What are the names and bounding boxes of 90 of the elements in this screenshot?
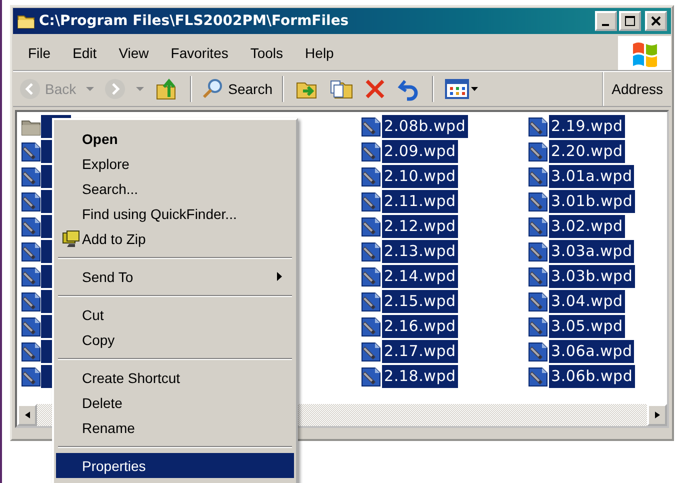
folder-icon (17, 13, 35, 29)
menu-item[interactable]: Help (294, 45, 345, 61)
file-name[interactable]: 2.13.wpd (382, 240, 458, 263)
document-pen-icon[interactable] (528, 116, 548, 138)
document-pen-icon[interactable] (21, 140, 41, 162)
document-pen-icon[interactable] (361, 290, 381, 312)
file-name[interactable]: 2.16.wpd (382, 315, 458, 338)
file-name[interactable]: 3.06b.wpd (549, 365, 635, 388)
document-pen-icon[interactable] (21, 290, 41, 312)
context-menu-item[interactable]: Open (56, 126, 294, 151)
document-pen-icon[interactable] (361, 240, 381, 262)
close-button[interactable] (645, 11, 667, 31)
document-pen-icon[interactable] (21, 366, 41, 388)
submenu-arrow-icon (277, 272, 282, 281)
file-name[interactable]: 2.15.wpd (382, 290, 458, 313)
scroll-left-button[interactable] (17, 404, 37, 426)
document-pen-icon[interactable] (21, 340, 41, 362)
document-pen-icon[interactable] (21, 216, 41, 238)
document-pen-icon[interactable] (361, 216, 381, 238)
file-name[interactable]: 2.10.wpd (382, 165, 458, 188)
file-name[interactable]: 2.17.wpd (382, 340, 458, 363)
menu-item[interactable]: File (17, 45, 62, 61)
document-pen-icon[interactable] (528, 290, 548, 312)
file-name[interactable]: 3.04.wpd (549, 290, 625, 313)
minimize-icon (602, 24, 608, 26)
search-icon (202, 78, 224, 100)
file-name[interactable]: 2.09.wpd (382, 140, 458, 163)
context-menu-item[interactable]: Add to Zip (56, 226, 294, 251)
file-name[interactable]: 3.01b.wpd (549, 190, 635, 213)
document-pen-icon[interactable] (361, 166, 381, 188)
menu-item[interactable]: Favorites (160, 45, 240, 61)
context-menu-item[interactable]: Properties (56, 453, 294, 478)
file-name[interactable]: 2.14.wpd (382, 265, 458, 288)
context-menu-item[interactable]: Delete (56, 390, 294, 415)
context-menu-item[interactable]: Find using QuickFinder... (56, 201, 294, 226)
context-menu-item[interactable]: Create Shortcut (56, 365, 294, 390)
close-icon (650, 15, 662, 27)
document-pen-icon[interactable] (528, 316, 548, 338)
document-pen-icon[interactable] (361, 266, 381, 288)
document-pen-icon[interactable] (528, 340, 548, 362)
maximize-icon (624, 15, 636, 27)
document-pen-icon[interactable] (21, 166, 41, 188)
scroll-right-button[interactable] (647, 404, 667, 426)
document-pen-icon[interactable] (528, 166, 548, 188)
document-pen-icon[interactable] (361, 340, 381, 362)
document-pen-icon[interactable] (528, 216, 548, 238)
file-name[interactable]: 3.03a.wpd (549, 240, 634, 263)
document-pen-icon[interactable] (528, 266, 548, 288)
context-menu-item[interactable]: Copy (56, 327, 294, 352)
search-button[interactable]: Search (200, 78, 274, 100)
document-pen-icon[interactable] (361, 190, 381, 212)
file-name[interactable]: 2.18.wpd (382, 365, 458, 388)
context-menu-item[interactable]: Rename (56, 415, 294, 440)
file-name[interactable]: 3.06a.wpd (549, 340, 634, 363)
document-pen-icon[interactable] (528, 366, 548, 388)
views-grid-icon[interactable] (445, 77, 480, 101)
file-name[interactable]: 2.12.wpd (382, 215, 458, 238)
file-name[interactable]: 3.05.wpd (549, 315, 625, 338)
minimize-button[interactable] (595, 11, 617, 31)
context-menu-item[interactable]: Search... (56, 176, 294, 201)
file-name[interactable]: 3.02.wpd (549, 215, 625, 238)
document-pen-icon[interactable] (21, 266, 41, 288)
file-name[interactable]: 2.19.wpd (549, 115, 625, 138)
file-name[interactable]: 2.20.wpd (549, 140, 625, 163)
document-pen-icon[interactable] (21, 190, 41, 212)
document-pen-icon[interactable] (361, 140, 381, 162)
document-pen-icon[interactable] (361, 366, 381, 388)
document-pen-icon[interactable] (528, 140, 548, 162)
file-name[interactable]: 3.01a.wpd (549, 165, 634, 188)
document-pen-icon[interactable] (361, 116, 381, 138)
document-pen-icon[interactable] (21, 240, 41, 262)
context-menu-item[interactable]: Explore (56, 151, 294, 176)
document-pen-icon[interactable] (361, 316, 381, 338)
file-name[interactable]: 2.11.wpd (382, 190, 458, 213)
menu-item[interactable]: View (108, 45, 160, 61)
left-arrow-icon (24, 411, 30, 419)
window-title: C:\Program Files\FLS2002PM\FormFiles (39, 13, 350, 29)
file-name[interactable]: 2.08b.wpd (382, 115, 468, 138)
maximize-button[interactable] (619, 11, 641, 31)
zip-archive-icon (62, 230, 80, 248)
context-menu-item[interactable]: Cut (56, 302, 294, 327)
menu-item[interactable]: Tools (239, 45, 294, 61)
document-pen-icon[interactable] (528, 190, 548, 212)
context-menu-item[interactable]: Send To (56, 264, 294, 289)
address-label: Address (602, 72, 671, 106)
right-arrow-icon (654, 411, 660, 419)
file-name[interactable]: 3.03b.wpd (549, 265, 635, 288)
document-pen-icon[interactable] (21, 316, 41, 338)
menu-item[interactable]: Edit (62, 45, 108, 61)
document-pen-icon[interactable] (528, 240, 548, 262)
